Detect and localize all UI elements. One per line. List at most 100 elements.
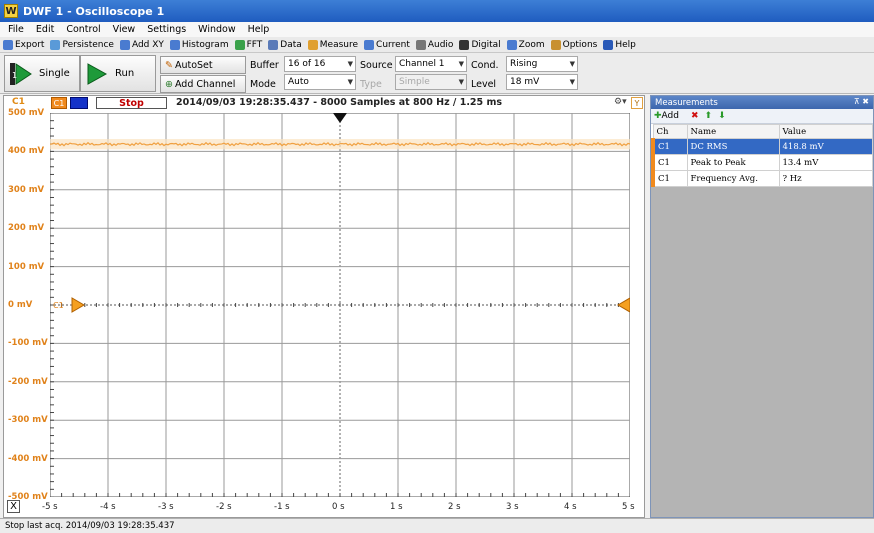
table-row[interactable]: C1 Frequency Avg. ? Hz (651, 170, 873, 187)
cond-value: Rising (510, 59, 538, 69)
chevron-down-icon: ▼ (347, 78, 353, 86)
help-icon (603, 39, 614, 50)
table-row[interactable]: C1 Peak to Peak 13.4 mV (651, 154, 873, 171)
chevron-down-icon: ▼ (458, 78, 464, 86)
table-row[interactable]: C1 DC RMS 418.8 mV (651, 138, 873, 155)
menu-edit[interactable]: Edit (36, 24, 54, 35)
level-label: Level (471, 79, 497, 90)
toolbar-digital-button[interactable]: Digital (459, 39, 501, 50)
buffer-label: Buffer (250, 60, 279, 71)
channel-chip[interactable]: C1 (51, 97, 67, 109)
cond-label: Cond. (471, 60, 499, 71)
cell-name: DC RMS (686, 138, 780, 155)
channel-label: C1 (12, 97, 25, 107)
menu-window[interactable]: Window (198, 24, 235, 35)
run-button[interactable]: Run (80, 55, 156, 92)
buffer-select[interactable]: 16 of 16 ▼ (284, 56, 356, 72)
toolbar-fft-button[interactable]: FFT (234, 39, 262, 50)
toolbar-add-xy-button[interactable]: Add XY (119, 39, 164, 50)
cell-value: 13.4 mV (778, 154, 873, 171)
toolbar: Export Persistence Add XY Histogram FFT Data M… (0, 37, 874, 53)
measurements-empty-area (651, 187, 873, 517)
measurements-table: Ch Name Value C1 DC RMS 418.8 mV C1 Peak… (651, 124, 873, 187)
add-label: Add (661, 111, 679, 121)
data-icon (268, 39, 279, 50)
cell-ch: C1 (651, 154, 688, 171)
autoset-label: AutoSet (174, 59, 213, 71)
x-tick-label: -1 s (274, 502, 290, 512)
mode-label: Mode (250, 79, 276, 90)
settings-icon[interactable]: ⚙▾ (614, 97, 627, 107)
x-tick-label: 5 s (622, 502, 635, 512)
y-tick-label: -300 mV (8, 415, 48, 426)
autoset-button[interactable]: ✎ AutoSet (160, 56, 246, 74)
status-text: Stop last acq. 2014/09/03 19:28:35.437 (5, 521, 175, 531)
x-tick-label: -5 s (42, 502, 58, 512)
y-tick-label: 500 mV (8, 108, 45, 118)
y-tick-label: 0 mV (8, 300, 33, 310)
scope-plot[interactable]: C1 (50, 113, 630, 497)
y-tick-label: 200 mV (8, 223, 45, 234)
control-bar: 1 Single Run ✎ AutoSet ⊕ Add Channel Buf… (0, 53, 874, 94)
x-tick-label: -4 s (100, 502, 116, 512)
toolbar-label: Help (615, 39, 636, 50)
toolbar-label: Measure (319, 39, 359, 50)
toolbar-measure-button[interactable]: Measure (307, 39, 359, 50)
source-select[interactable]: Channel 1 ▼ (395, 56, 467, 72)
add-channel-icon: ⊕ (165, 78, 173, 90)
y-tick-label: -100 mV (8, 338, 48, 349)
source-label: Source (360, 60, 393, 71)
toolbar-persistence-button[interactable]: Persistence (50, 39, 114, 50)
toolbar-label: Audio (427, 39, 454, 50)
add-measurement-button[interactable]: ✚Add (654, 111, 685, 121)
level-value: 18 mV (510, 77, 540, 87)
type-select[interactable]: Simple ▼ (395, 74, 467, 90)
arrow-down-icon[interactable]: ⬇ (718, 111, 726, 121)
acquisition-state: Stop (96, 97, 167, 109)
single-button[interactable]: 1 Single (4, 55, 80, 92)
toolbar-zoom-button[interactable]: Zoom (506, 39, 545, 50)
column-header[interactable]: Value (778, 124, 873, 139)
menu-settings[interactable]: Settings (147, 24, 186, 35)
measurements-header: Measurements ⊼ ✖ (651, 96, 873, 109)
menu-help[interactable]: Help (248, 24, 270, 35)
menu-control[interactable]: Control (66, 24, 100, 35)
color-chip[interactable] (70, 97, 88, 109)
x-tick-label: 2 s (448, 502, 461, 512)
x-axis-button[interactable]: X (7, 500, 20, 513)
toolbar-options-button[interactable]: Options (550, 39, 598, 50)
level-input[interactable]: 18 mV ▼ (506, 74, 578, 90)
options-icon (550, 39, 561, 50)
toolbar-label: Options (562, 39, 598, 50)
acquisition-info: 2014/09/03 19:28:35.437 - 8000 Samples a… (176, 97, 503, 108)
add-channel-label: Add Channel (174, 78, 236, 90)
x-tick-label: -2 s (216, 502, 232, 512)
mode-value: Auto (288, 77, 309, 87)
run-label: Run (115, 68, 135, 79)
toolbar-histogram-button[interactable]: Histogram (169, 39, 229, 50)
cell-ch: C1 (651, 138, 688, 155)
single-label: Single (39, 68, 70, 79)
cell-ch: C1 (651, 170, 688, 187)
menu-file[interactable]: File (8, 24, 24, 35)
y-axis-button[interactable]: Y (631, 97, 643, 109)
column-header[interactable]: Ch (652, 124, 688, 139)
menu-view[interactable]: View (113, 24, 136, 35)
toolbar-export-button[interactable]: Export (3, 39, 44, 50)
mode-select[interactable]: Auto ▼ (284, 74, 356, 90)
arrow-up-icon[interactable]: ⬆ (705, 111, 713, 121)
toolbar-help-button[interactable]: Help (603, 39, 636, 50)
add-xy-icon (119, 39, 130, 50)
toolbar-audio-button[interactable]: Audio (415, 39, 454, 50)
current-icon (364, 39, 375, 50)
audio-icon (415, 39, 426, 50)
delete-icon[interactable]: ✖ (691, 111, 699, 121)
toolbar-data-button[interactable]: Data (268, 39, 302, 50)
measurements-toolbar: ✚Add ✖ ⬆ ⬇ (651, 109, 873, 124)
y-tick-label: 100 mV (8, 261, 45, 272)
pin-icon[interactable]: ⊼ ✖ (854, 97, 869, 106)
column-header[interactable]: Name (686, 124, 780, 139)
add-channel-button[interactable]: ⊕ Add Channel (160, 75, 246, 93)
toolbar-current-button[interactable]: Current (364, 39, 410, 50)
cond-select[interactable]: Rising ▼ (506, 56, 578, 72)
